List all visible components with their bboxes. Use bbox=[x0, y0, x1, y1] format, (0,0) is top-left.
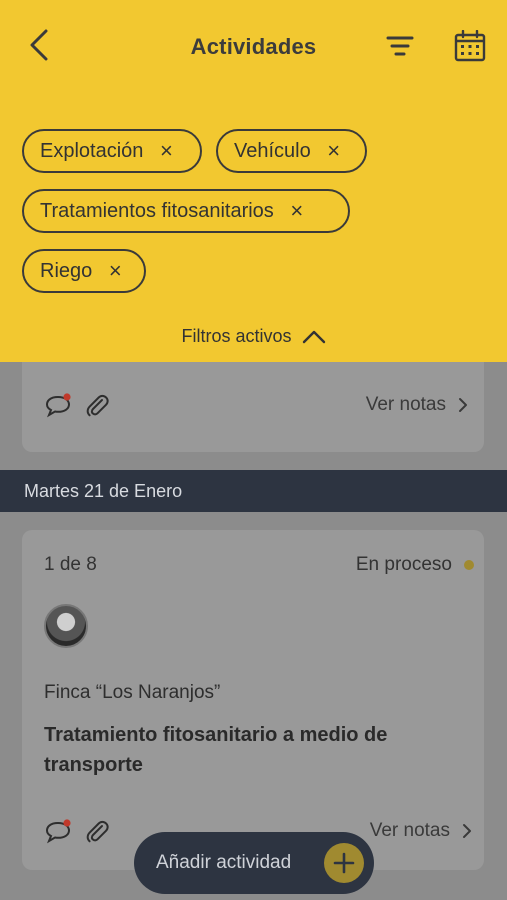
chevron-up-icon bbox=[302, 330, 325, 343]
activity-card-previous[interactable]: Ver notas bbox=[22, 362, 484, 452]
activity-title: Tratamiento fitosanitario a medio de tra… bbox=[44, 724, 388, 776]
filter-icon bbox=[386, 36, 414, 56]
activity-counter: 1 de 8 bbox=[44, 554, 97, 575]
filter-chip-label: Explotación bbox=[40, 139, 144, 162]
status-badge: En proceso bbox=[356, 554, 474, 576]
filter-chip-riego[interactable]: Riego × bbox=[22, 249, 146, 293]
filter-chip-tratamientos[interactable]: Tratamientos fitosanitarios × bbox=[22, 189, 350, 233]
filter-button[interactable] bbox=[384, 30, 416, 62]
activity-card[interactable]: 1 de 8 En proceso Finca “Los Naranjos” T… bbox=[22, 530, 484, 870]
add-activity-button[interactable]: Añadir actividad bbox=[134, 832, 374, 894]
active-filters-label: Filtros activos bbox=[181, 326, 292, 346]
close-icon[interactable]: × bbox=[106, 260, 124, 282]
calendar-icon bbox=[454, 30, 486, 62]
filter-chip-label: Vehículo bbox=[234, 139, 311, 162]
view-notes-label: Ver notas bbox=[369, 820, 450, 841]
calendar-button[interactable] bbox=[452, 28, 488, 64]
comment-icon[interactable] bbox=[44, 392, 72, 418]
date-label: Martes 21 de Enero bbox=[24, 480, 183, 501]
chevron-right-icon bbox=[459, 398, 467, 412]
close-icon[interactable]: × bbox=[288, 200, 306, 222]
filter-chip-label: Tratamientos fitosanitarios bbox=[40, 199, 274, 222]
filter-chip-label: Riego bbox=[40, 259, 93, 282]
status-dot bbox=[464, 560, 474, 570]
comment-icon[interactable] bbox=[44, 818, 72, 844]
avatar bbox=[44, 604, 88, 648]
page-title: Actividades bbox=[190, 34, 317, 59]
date-section-header: Martes 21 de Enero bbox=[0, 470, 507, 512]
filter-chip-explotacion[interactable]: Explotación × bbox=[22, 129, 202, 173]
plus-icon bbox=[333, 852, 355, 874]
view-notes-label: Ver notas bbox=[365, 394, 446, 415]
card-actions bbox=[44, 818, 110, 844]
farm-name: Finca “Los Naranjos” bbox=[44, 682, 221, 703]
active-filters-toggle[interactable]: Filtros activos bbox=[0, 326, 507, 347]
card-actions bbox=[44, 392, 110, 418]
filter-chip-vehiculo[interactable]: Vehículo × bbox=[216, 129, 367, 173]
chevron-right-icon bbox=[463, 824, 471, 838]
add-activity-label: Añadir actividad bbox=[156, 852, 292, 873]
view-notes-link[interactable]: Ver notas bbox=[366, 394, 468, 416]
close-icon[interactable]: × bbox=[157, 140, 175, 162]
close-icon[interactable]: × bbox=[325, 140, 343, 162]
status-label: En proceso bbox=[355, 554, 452, 575]
view-notes-link[interactable]: Ver notas bbox=[370, 820, 472, 842]
paperclip-icon[interactable] bbox=[84, 392, 110, 418]
plus-button[interactable] bbox=[324, 843, 364, 883]
filter-panel: Actividades Explotación × Vehículo × Tra… bbox=[0, 0, 507, 362]
paperclip-icon[interactable] bbox=[84, 818, 110, 844]
